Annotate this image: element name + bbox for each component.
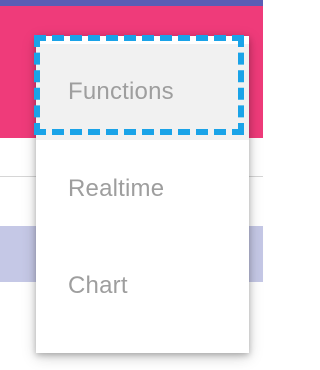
menu-item-chart[interactable]: Chart: [36, 238, 249, 334]
menu-item-functions[interactable]: Functions: [36, 44, 249, 140]
dropdown-menu: Functions Realtime Chart: [36, 36, 249, 353]
menu-item-realtime[interactable]: Realtime: [36, 141, 249, 237]
app-header-accent: [0, 0, 263, 6]
